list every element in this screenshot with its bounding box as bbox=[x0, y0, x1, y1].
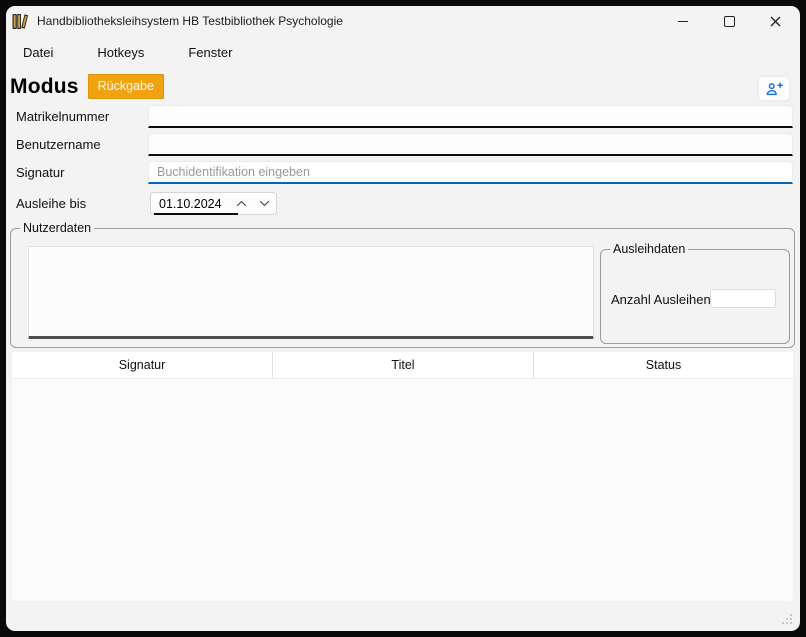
screen: { "window": { "title": "Handbibliotheksl… bbox=[0, 0, 806, 637]
minimize-icon bbox=[678, 21, 688, 22]
add-user-button[interactable] bbox=[758, 76, 790, 101]
column-header-signatur[interactable]: Signatur bbox=[12, 352, 272, 378]
mode-badge[interactable]: Rückgabe bbox=[88, 74, 164, 99]
nutzerdaten-textarea[interactable] bbox=[28, 246, 594, 339]
ausleihdaten-group-title: Ausleihdaten bbox=[610, 242, 688, 256]
nutzerdaten-group: Nutzerdaten Ausleihdaten Anzahl Ausleihe… bbox=[10, 228, 795, 348]
title-bar: Handbibliotheksleihsystem HB Testbibliot… bbox=[6, 6, 800, 36]
ausleihe-bis-label: Ausleihe bis bbox=[16, 192, 86, 215]
chevron-down-icon bbox=[259, 200, 270, 207]
ausleihdaten-group: Ausleihdaten Anzahl Ausleihen bbox=[600, 249, 790, 344]
menu-bar: Datei Hotkeys Fenster bbox=[14, 40, 241, 65]
minimize-button[interactable] bbox=[660, 6, 706, 36]
menu-item-datei[interactable]: Datei bbox=[14, 40, 62, 65]
matrikelnummer-input[interactable] bbox=[148, 105, 793, 128]
menu-item-hotkeys[interactable]: Hotkeys bbox=[88, 40, 153, 65]
anzahl-ausleihen-label: Anzahl Ausleihen bbox=[611, 292, 711, 307]
benutzername-label: Benutzername bbox=[16, 133, 101, 156]
signatur-input[interactable] bbox=[148, 161, 793, 184]
column-header-titel[interactable]: Titel bbox=[272, 352, 533, 378]
mode-row: Modus Rückgabe bbox=[10, 74, 164, 99]
books-icon bbox=[12, 13, 29, 30]
add-user-icon bbox=[765, 81, 783, 97]
table-header-row: Signatur Titel Status bbox=[12, 352, 793, 379]
table-body bbox=[12, 379, 793, 601]
date-underline bbox=[154, 213, 238, 215]
benutzername-input[interactable] bbox=[148, 133, 793, 156]
window-controls bbox=[660, 6, 798, 36]
date-value: 01.10.2024 bbox=[151, 197, 222, 211]
ausleihe-bis-date-picker[interactable]: 01.10.2024 bbox=[150, 192, 277, 215]
matrikelnummer-label: Matrikelnummer bbox=[16, 105, 109, 128]
app-window: Handbibliotheksleihsystem HB Testbibliot… bbox=[6, 6, 800, 631]
chevron-up-icon bbox=[236, 200, 247, 207]
page-title: Modus bbox=[10, 75, 79, 99]
nutzerdaten-group-title: Nutzerdaten bbox=[20, 221, 94, 235]
close-icon bbox=[770, 16, 781, 27]
resize-grip[interactable] bbox=[781, 613, 793, 625]
loans-table: Signatur Titel Status bbox=[12, 352, 793, 601]
column-header-status[interactable]: Status bbox=[533, 352, 793, 378]
anzahl-ausleihen-input[interactable] bbox=[710, 289, 776, 308]
maximize-icon bbox=[724, 16, 735, 27]
close-button[interactable] bbox=[752, 6, 798, 36]
date-decrement-button[interactable] bbox=[253, 193, 276, 214]
window-title: Handbibliotheksleihsystem HB Testbibliot… bbox=[37, 14, 343, 28]
signatur-label: Signatur bbox=[16, 161, 64, 184]
menu-item-fenster[interactable]: Fenster bbox=[179, 40, 241, 65]
maximize-button[interactable] bbox=[706, 6, 752, 36]
date-increment-button[interactable] bbox=[230, 193, 253, 214]
